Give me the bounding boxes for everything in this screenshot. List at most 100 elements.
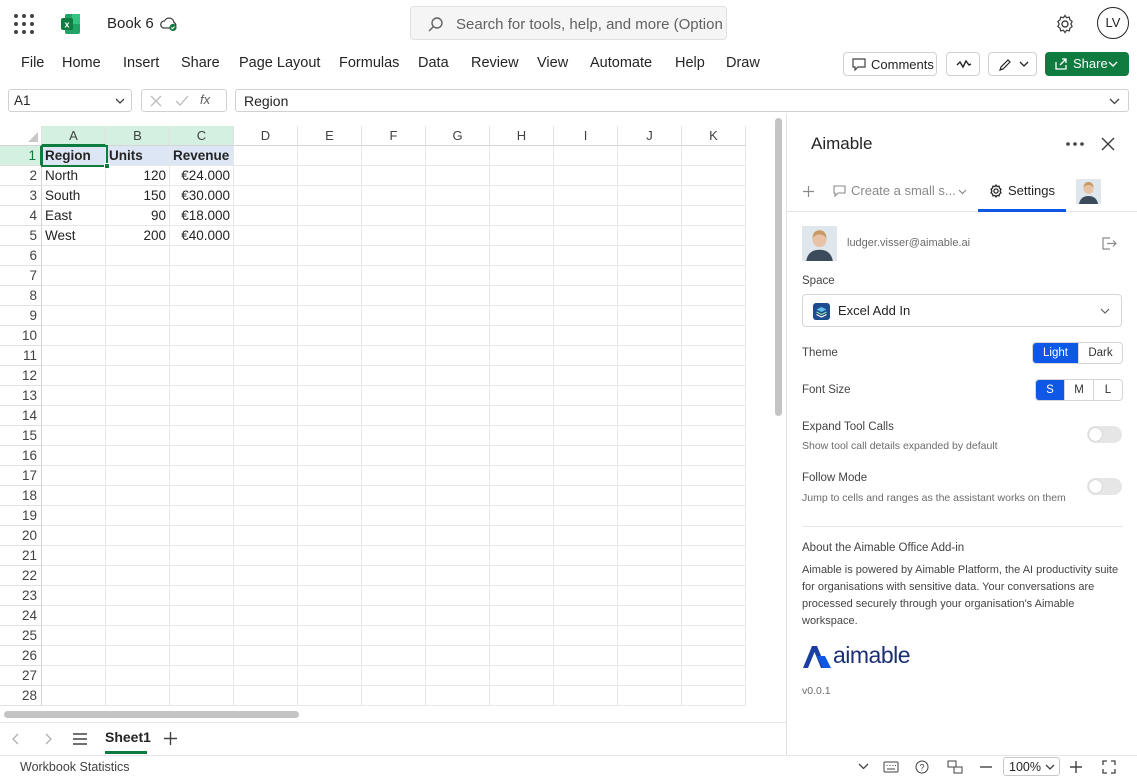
empty-cell[interactable]	[618, 526, 682, 546]
empty-cell[interactable]	[682, 646, 746, 666]
empty-cell[interactable]	[234, 206, 298, 226]
space-select[interactable]: Excel Add In	[802, 294, 1122, 327]
empty-cell[interactable]	[362, 486, 426, 506]
empty-cell[interactable]	[106, 506, 170, 526]
empty-cell[interactable]	[426, 186, 490, 206]
empty-cell[interactable]	[618, 306, 682, 326]
empty-cell[interactable]	[554, 206, 618, 226]
empty-cell[interactable]	[554, 246, 618, 266]
empty-cell[interactable]	[106, 566, 170, 586]
empty-cell[interactable]	[554, 626, 618, 646]
empty-cell[interactable]	[554, 226, 618, 246]
empty-cell[interactable]	[426, 546, 490, 566]
empty-cell[interactable]	[554, 406, 618, 426]
empty-cell[interactable]	[234, 266, 298, 286]
empty-cell[interactable]	[170, 306, 234, 326]
empty-cell[interactable]	[42, 346, 106, 366]
catch-up-button[interactable]	[946, 52, 980, 76]
table-cell[interactable]: €18.000	[170, 206, 234, 226]
empty-cell[interactable]	[362, 266, 426, 286]
empty-cell[interactable]	[234, 366, 298, 386]
empty-cell[interactable]	[554, 666, 618, 686]
empty-cell[interactable]	[618, 386, 682, 406]
empty-cell[interactable]	[426, 206, 490, 226]
empty-cell[interactable]	[234, 386, 298, 406]
table-cell[interactable]: East	[42, 206, 106, 226]
empty-cell[interactable]	[106, 306, 170, 326]
empty-cell[interactable]	[362, 146, 426, 166]
empty-cell[interactable]	[490, 486, 554, 506]
empty-cell[interactable]	[682, 246, 746, 266]
empty-cell[interactable]	[490, 246, 554, 266]
sign-out-icon[interactable]	[1102, 237, 1117, 250]
column-header-k[interactable]: K	[682, 126, 746, 146]
empty-cell[interactable]	[618, 326, 682, 346]
empty-cell[interactable]	[362, 186, 426, 206]
empty-cell[interactable]	[362, 506, 426, 526]
empty-cell[interactable]	[490, 466, 554, 486]
empty-cell[interactable]	[618, 586, 682, 606]
empty-cell[interactable]	[234, 666, 298, 686]
empty-cell[interactable]	[42, 466, 106, 486]
empty-cell[interactable]	[42, 246, 106, 266]
empty-cell[interactable]	[618, 606, 682, 626]
empty-cell[interactable]	[170, 386, 234, 406]
empty-cell[interactable]	[42, 626, 106, 646]
empty-cell[interactable]	[426, 306, 490, 326]
empty-cell[interactable]	[426, 286, 490, 306]
empty-cell[interactable]	[234, 626, 298, 646]
empty-cell[interactable]	[490, 666, 554, 686]
empty-cell[interactable]	[170, 346, 234, 366]
menu-page-layout[interactable]: Page Layout	[239, 55, 320, 71]
empty-cell[interactable]	[42, 266, 106, 286]
row-header-22[interactable]: 22	[0, 566, 42, 586]
empty-cell[interactable]	[490, 166, 554, 186]
empty-cell[interactable]	[234, 686, 298, 706]
column-header-a[interactable]: A	[42, 126, 106, 146]
empty-cell[interactable]	[682, 306, 746, 326]
empty-cell[interactable]	[554, 166, 618, 186]
empty-cell[interactable]	[490, 506, 554, 526]
empty-cell[interactable]	[682, 426, 746, 446]
empty-cell[interactable]	[234, 446, 298, 466]
empty-cell[interactable]	[682, 466, 746, 486]
empty-cell[interactable]	[106, 546, 170, 566]
empty-cell[interactable]	[298, 246, 362, 266]
row-header-4[interactable]: 4	[0, 206, 42, 226]
empty-cell[interactable]	[106, 486, 170, 506]
empty-cell[interactable]	[362, 526, 426, 546]
empty-cell[interactable]	[618, 246, 682, 266]
row-header-1[interactable]: 1	[0, 146, 42, 166]
empty-cell[interactable]	[618, 146, 682, 166]
empty-cell[interactable]	[234, 606, 298, 626]
chevron-down-icon[interactable]	[858, 763, 869, 770]
empty-cell[interactable]	[234, 246, 298, 266]
empty-cell[interactable]	[298, 646, 362, 666]
table-cell[interactable]: West	[42, 226, 106, 246]
empty-cell[interactable]	[234, 486, 298, 506]
empty-cell[interactable]	[682, 166, 746, 186]
empty-cell[interactable]	[490, 366, 554, 386]
empty-cell[interactable]	[234, 286, 298, 306]
menu-share[interactable]: Share	[181, 55, 220, 71]
empty-cell[interactable]	[682, 566, 746, 586]
empty-cell[interactable]	[170, 586, 234, 606]
empty-cell[interactable]	[490, 306, 554, 326]
cancel-icon[interactable]	[150, 95, 162, 107]
empty-cell[interactable]	[362, 206, 426, 226]
table-header-cell[interactable]: Revenue	[170, 146, 234, 166]
empty-cell[interactable]	[682, 626, 746, 646]
empty-cell[interactable]	[106, 286, 170, 306]
row-header-28[interactable]: 28	[0, 686, 42, 706]
empty-cell[interactable]	[426, 146, 490, 166]
add-sheet-icon[interactable]	[164, 732, 177, 745]
empty-cell[interactable]	[362, 646, 426, 666]
empty-cell[interactable]	[362, 406, 426, 426]
empty-cell[interactable]	[618, 266, 682, 286]
empty-cell[interactable]	[490, 446, 554, 466]
empty-cell[interactable]	[490, 546, 554, 566]
empty-cell[interactable]	[490, 586, 554, 606]
empty-cell[interactable]	[106, 586, 170, 606]
empty-cell[interactable]	[42, 306, 106, 326]
row-header-18[interactable]: 18	[0, 486, 42, 506]
